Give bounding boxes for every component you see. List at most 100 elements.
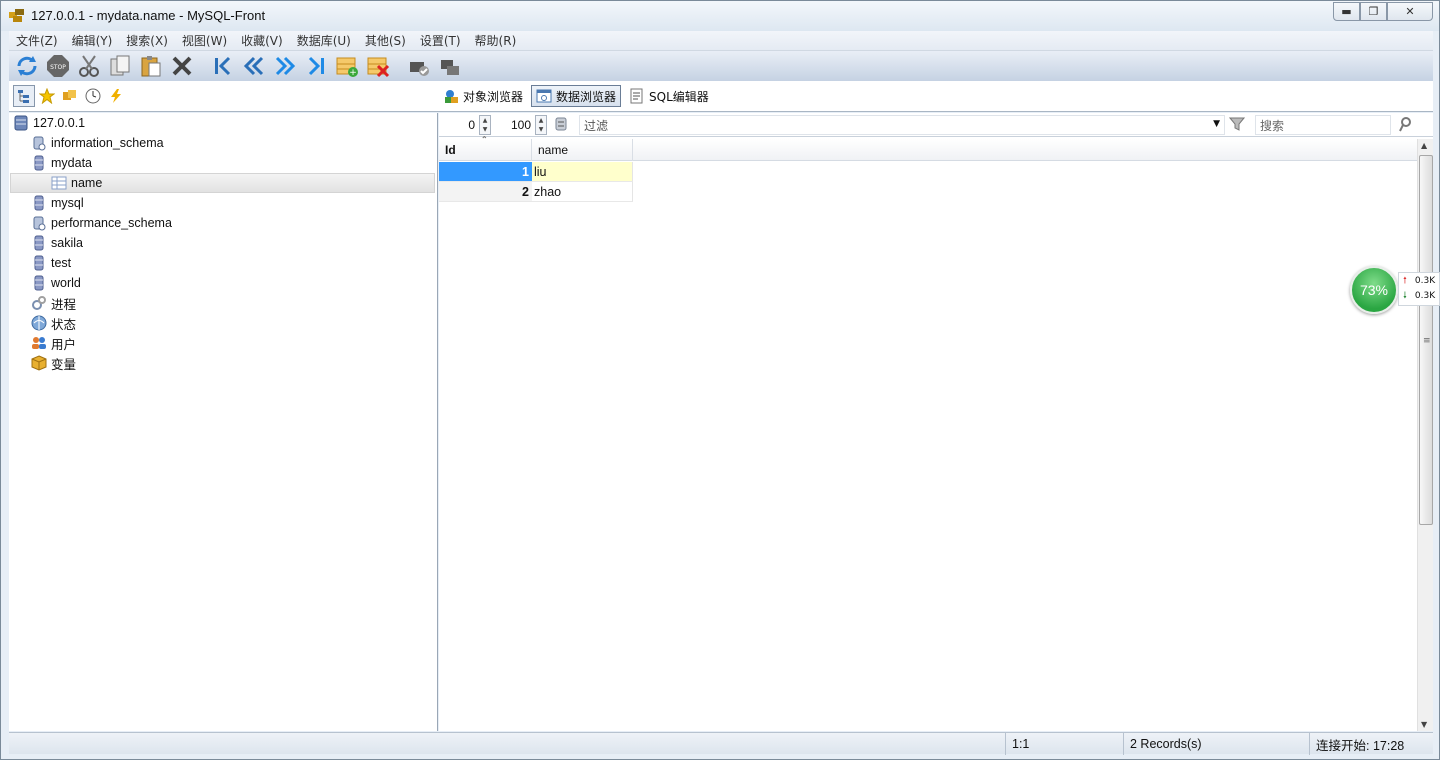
menu-search[interactable]: 搜索(X) [119, 32, 175, 49]
tree-item-mysql[interactable]: mysql [31, 193, 84, 213]
paste-icon [141, 56, 161, 77]
stop-icon: STOP [47, 55, 69, 77]
tree-item-test[interactable]: test [31, 253, 71, 273]
vertical-scrollbar[interactable]: ▲ ≡ ▼ [1417, 139, 1433, 731]
cell-name[interactable]: zhao [532, 182, 633, 202]
first-icon [215, 56, 231, 76]
scroll-up-icon[interactable]: ▲ [1421, 141, 1427, 150]
insert-row-button[interactable]: + [333, 53, 361, 79]
commit-button[interactable] [405, 53, 433, 79]
status-bar: 1:1 2 Records(s) 连接开始: 17:28 [9, 732, 1433, 755]
filter-combobox[interactable]: 过滤 ▼ [579, 115, 1225, 135]
refresh-button[interactable] [13, 53, 41, 79]
scrollbar-thumb[interactable]: ≡ [1419, 155, 1433, 525]
tree-item-world[interactable]: world [31, 273, 81, 293]
cell-id[interactable]: 1 [439, 162, 532, 182]
restore-icon: ❐ [1368, 5, 1379, 18]
spin-down-icon[interactable]: ▼ [536, 125, 546, 134]
tree-item-mydata[interactable]: mydata [31, 153, 92, 173]
tab-object-browser[interactable]: 对象浏览器 [439, 85, 527, 107]
close-button[interactable]: ✕ [1387, 2, 1433, 21]
tab-object-browser-label: 对象浏览器 [463, 89, 524, 104]
last-record-button[interactable] [302, 53, 330, 79]
stop-button[interactable]: STOP [44, 53, 72, 79]
offset-value[interactable]: 0 [439, 118, 479, 132]
next-record-button[interactable] [271, 53, 299, 79]
cut-button[interactable] [75, 53, 103, 79]
limit-icon [555, 117, 567, 131]
tree-item-performance-schema[interactable]: performance_schema [31, 213, 172, 233]
navigator-tabs [13, 85, 128, 107]
limit-arrows[interactable]: ▲ ▼ [535, 115, 547, 135]
menu-other[interactable]: 其他(S) [358, 32, 413, 49]
menu-database[interactable]: 数据库(U) [290, 32, 358, 49]
menu-file[interactable]: 文件(Z) [9, 32, 65, 49]
delete-button[interactable] [168, 53, 196, 79]
tree-item-label: 状态 [51, 317, 77, 332]
tree-item-label: mysql [51, 196, 84, 210]
server-icon [13, 115, 29, 131]
tree-item-sakila[interactable]: sakila [31, 233, 83, 253]
spin-down-icon[interactable]: ▼ [480, 125, 490, 134]
search-input[interactable]: 搜索 [1255, 115, 1391, 135]
network-speeds: 🠕 0.3K 🠗 0.3K [1398, 272, 1440, 306]
tree-item-status[interactable]: 状态 [31, 313, 76, 333]
limit-toggle-button[interactable] [553, 116, 569, 135]
menu-edit[interactable]: 编辑(Y) [65, 32, 120, 49]
filter-bar: 0 ▲ ▼ 100 ▲ ▼ 过滤 ▼ 搜索 [439, 113, 1433, 137]
search-icon [1399, 117, 1411, 132]
offset-arrows[interactable]: ▲ ▼ [479, 115, 491, 135]
quick-access-button[interactable] [105, 85, 127, 107]
first-record-button[interactable] [209, 53, 237, 79]
spin-up-icon[interactable]: ▲ [536, 116, 546, 125]
limit-stepper[interactable]: 100 ▲ ▼ [495, 115, 547, 135]
limit-value[interactable]: 100 [495, 118, 535, 132]
app-icon [9, 9, 25, 23]
tree-item-host[interactable]: 127.0.0.1 [13, 113, 85, 133]
clock-button[interactable] [82, 85, 104, 107]
delete-row-button[interactable] [364, 53, 392, 79]
network-monitor-widget[interactable]: 73% 🠕 0.3K 🠗 0.3K [1350, 266, 1440, 314]
tree-view-button[interactable] [13, 85, 35, 107]
menu-help[interactable]: 帮助(R) [468, 32, 524, 49]
tree-item-table-name[interactable]: name [10, 173, 435, 193]
tab-data-browser[interactable]: 数据浏览器 [531, 85, 622, 107]
cell-id[interactable]: 2 [439, 182, 532, 202]
search-button[interactable] [1397, 116, 1413, 135]
menu-view[interactable]: 视图(W) [175, 32, 234, 49]
tree-item-users[interactable]: 用户 [31, 333, 76, 353]
column-header-id[interactable]: ⌃ Id [439, 135, 532, 161]
menu-favorites[interactable]: 收藏(V) [234, 32, 290, 49]
paste-button[interactable] [137, 53, 165, 79]
table-row[interactable]: 2 zhao [439, 182, 633, 202]
tree-view-icon [18, 90, 29, 103]
status-records: 2 Records(s) [1123, 733, 1309, 755]
filter-apply-button[interactable] [1228, 116, 1246, 135]
minimize-button[interactable]: ▬ [1333, 2, 1360, 21]
cpu-gauge[interactable]: 73% [1350, 266, 1398, 314]
tree-item-processes[interactable]: 进程 [31, 293, 76, 313]
scroll-down-icon[interactable]: ▼ [1421, 720, 1427, 729]
copy-button[interactable] [106, 53, 134, 79]
title-bar[interactable]: 127.0.0.1 - mydata.name - MySQL-Front ▬ … [1, 1, 1439, 31]
tree-item-information-schema[interactable]: information_schema [31, 133, 164, 153]
tab-sql-editor[interactable]: SQL编辑器 [625, 85, 713, 107]
restore-button[interactable]: ❐ [1360, 2, 1387, 21]
sql-history-button[interactable] [59, 85, 81, 107]
favorites-button[interactable] [36, 85, 58, 107]
rollback-button[interactable] [436, 53, 464, 79]
prev-record-button[interactable] [240, 53, 268, 79]
column-header-name[interactable]: name [532, 139, 633, 161]
spin-up-icon[interactable]: ▲ [480, 116, 490, 125]
funnel-icon [1228, 117, 1246, 131]
chevron-down-icon[interactable]: ▼ [1213, 119, 1220, 129]
cell-name[interactable]: liu [532, 162, 633, 182]
menu-settings[interactable]: 设置(T) [413, 32, 468, 49]
status-connected: 连接开始: 17:28 [1309, 733, 1433, 755]
offset-stepper[interactable]: 0 ▲ ▼ [439, 115, 491, 135]
history-icon [63, 90, 76, 100]
tree-item-label: sakila [51, 236, 83, 250]
tab-sql-editor-label: SQL编辑器 [649, 89, 709, 104]
tree-item-variables[interactable]: 变量 [31, 353, 76, 373]
table-row[interactable]: 1 liu [439, 162, 633, 182]
